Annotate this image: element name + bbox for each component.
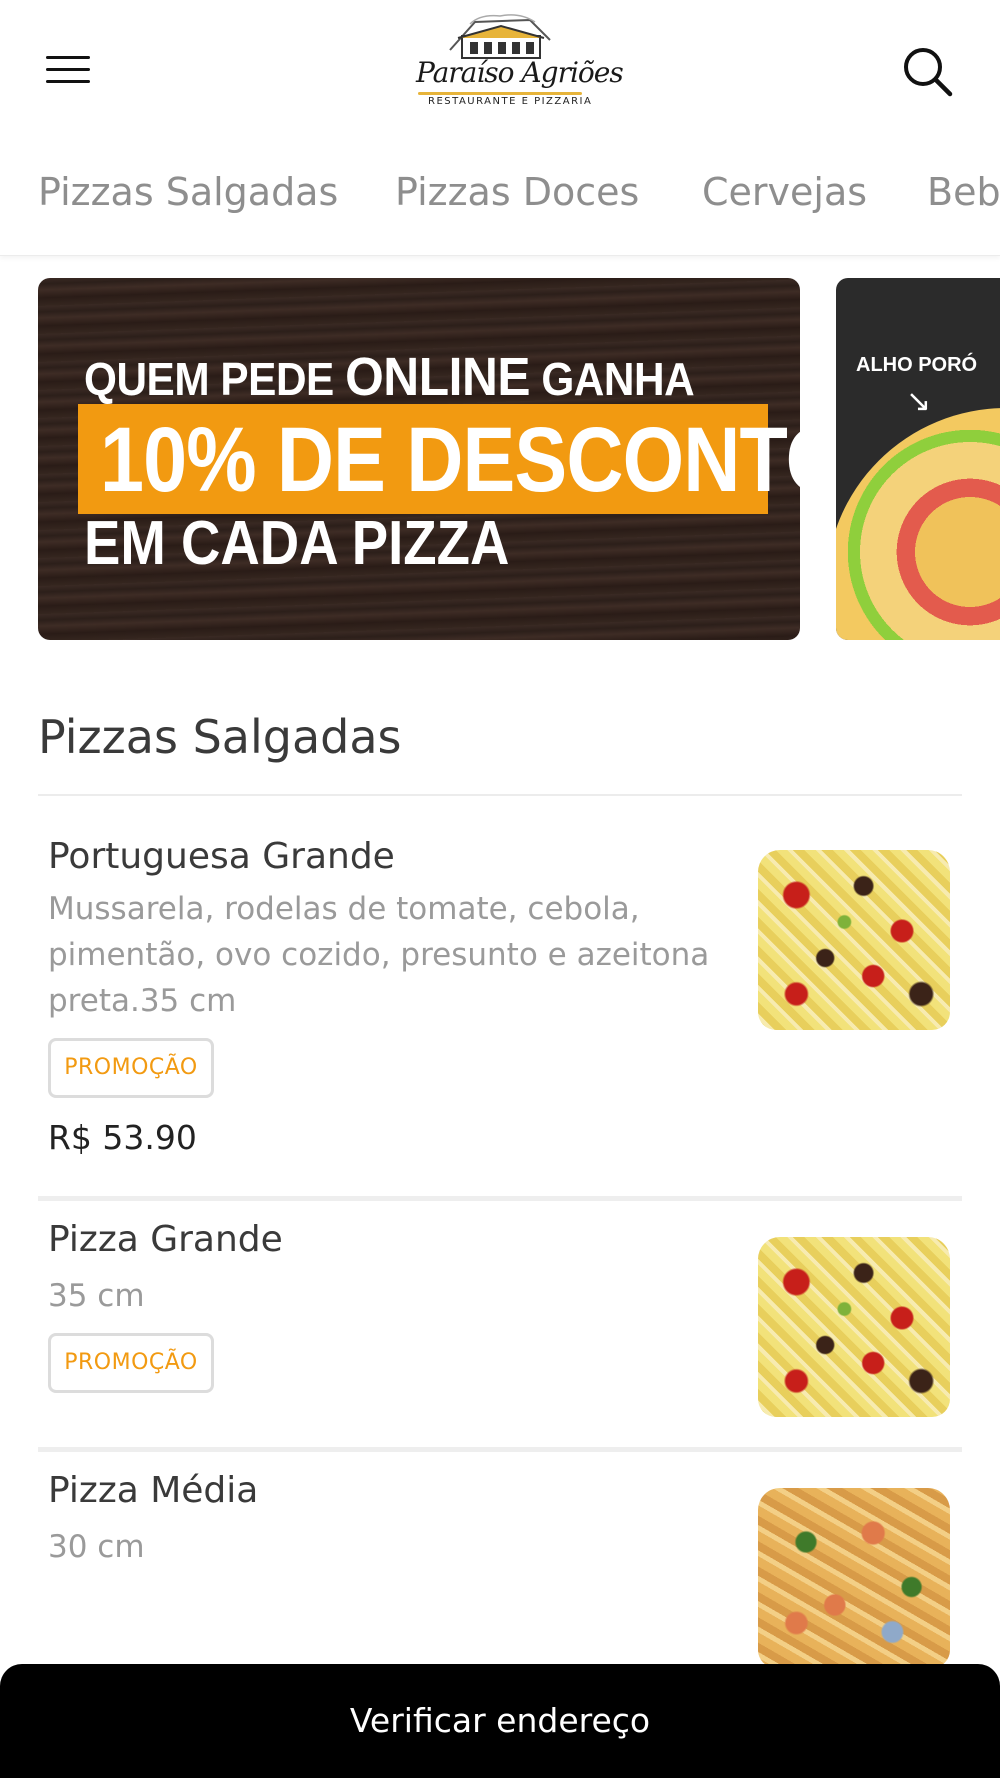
- promo-badge: PROMOÇÃO: [48, 1038, 214, 1098]
- promo-banner-discount[interactable]: QUEM PEDE ONLINE GANHA 10% DE DESCONTO E…: [38, 278, 800, 640]
- app-header: Paraíso Agriões RESTAURANTE E PIZZARIA: [0, 0, 1000, 140]
- item-name: Pizza Grande: [48, 1219, 283, 1260]
- banner-subline: EM CADA PIZZA: [84, 509, 510, 578]
- tab-pizzas-salgadas[interactable]: Pizzas Salgadas: [38, 170, 338, 214]
- promo-banner-alho-poro[interactable]: ALHO PORÓ ↘: [836, 278, 1000, 640]
- promo-carousel: QUEM PEDE ONLINE GANHA 10% DE DESCONTO E…: [0, 278, 1000, 640]
- item-price: R$ 53.90: [48, 1118, 197, 1157]
- banner-headline: QUEM PEDE ONLINE GANHA: [84, 347, 695, 407]
- hamburger-menu-icon[interactable]: [44, 52, 92, 88]
- item-description: 35 cm: [48, 1278, 145, 1314]
- pizza-thumbnail: [758, 850, 950, 1030]
- section-divider: [38, 794, 962, 796]
- logo-name: Paraíso Agriões: [416, 56, 624, 89]
- section-title: Pizzas Salgadas: [38, 710, 402, 764]
- menu-item-portuguesa-grande[interactable]: Portuguesa Grande Mussarela, rodelas de …: [38, 812, 962, 1201]
- menu-item-pizza-media[interactable]: Pizza Média 30 cm: [38, 1452, 962, 1668]
- category-tabs: Pizzas Salgadas Pizzas Doces Cervejas Be…: [0, 150, 1000, 256]
- tab-bebidas[interactable]: Bebi: [927, 170, 1000, 214]
- arrow-icon: ↘: [906, 384, 932, 419]
- logo-underline: [418, 92, 582, 95]
- pizza-thumbnail: [758, 1237, 950, 1417]
- tab-cervejas[interactable]: Cervejas: [702, 170, 867, 214]
- item-description: Mussarela, rodelas de tomate, cebola, pi…: [48, 891, 710, 1019]
- pizza-thumbnail: [758, 1488, 950, 1668]
- item-name: Pizza Média: [48, 1470, 259, 1511]
- search-icon[interactable]: [900, 44, 956, 100]
- menu-item-pizza-grande[interactable]: Pizza Grande 35 cm PROMOÇÃO: [38, 1201, 962, 1452]
- banner-discount-text: 10% DE DESCONTO: [100, 409, 800, 511]
- restaurant-logo[interactable]: Paraíso Agriões RESTAURANTE E PIZZARIA: [410, 10, 624, 126]
- item-description: 30 cm: [48, 1529, 145, 1565]
- verify-address-button[interactable]: Verificar endereço: [0, 1664, 1000, 1778]
- banner-label: ALHO PORÓ: [856, 354, 978, 376]
- promo-badge: PROMOÇÃO: [48, 1333, 214, 1393]
- logo-subtitle: RESTAURANTE E PIZZARIA: [428, 96, 593, 107]
- pizza-image: [836, 408, 1000, 640]
- tab-pizzas-doces[interactable]: Pizzas Doces: [395, 170, 639, 214]
- item-name: Portuguesa Grande: [48, 836, 395, 877]
